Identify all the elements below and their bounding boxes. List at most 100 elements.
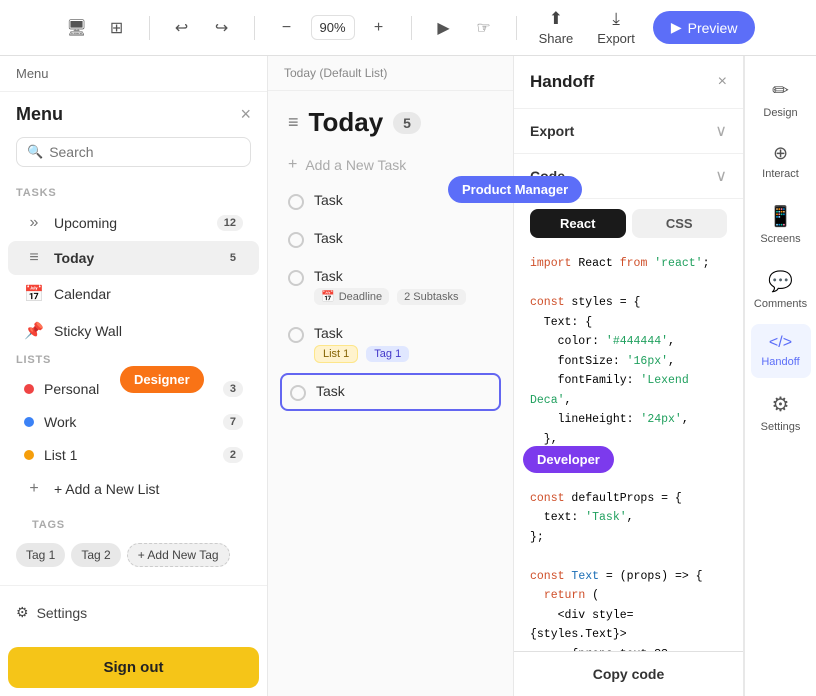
task-checkbox[interactable] <box>288 194 304 210</box>
redo-button[interactable]: ↪ <box>206 12 238 44</box>
share-icon: ⬆ <box>549 9 563 29</box>
task-label: Task <box>316 383 491 399</box>
code-chevron-icon: ∨ <box>715 166 727 186</box>
sidebar-item-today[interactable]: ≡ Today 5 <box>8 241 259 275</box>
device-toggle-group: 🖥 ⊞ <box>61 12 133 44</box>
menu-title: Menu <box>16 104 63 125</box>
code-line: const defaultProps = { <box>530 489 727 509</box>
comments-button[interactable]: 💬 Comments <box>751 259 811 320</box>
export-section[interactable]: Export ∨ <box>514 109 743 154</box>
today-icon: ≡ <box>24 249 44 267</box>
zoom-in-button[interactable]: + <box>363 12 395 44</box>
settings-rt-button[interactable]: ⚙ Settings <box>751 382 811 443</box>
sign-out-button[interactable]: Sign out <box>8 647 259 688</box>
settings-item[interactable]: ⚙ Settings <box>16 598 251 627</box>
tags-section-label: TAGS <box>16 519 251 537</box>
upcoming-label: Upcoming <box>54 215 207 231</box>
add-list-button[interactable]: + + Add a New List <box>8 472 259 506</box>
tag-chip-small: Tag 1 <box>366 346 409 362</box>
task-item[interactable]: Task List 1 Tag 1 <box>268 315 513 373</box>
sep1 <box>149 16 150 40</box>
design-button[interactable]: ✏ Design <box>751 68 811 129</box>
code-line: color: '#444444', <box>530 332 727 352</box>
record-button[interactable]: ☞ <box>468 12 500 44</box>
sep3 <box>411 16 412 40</box>
zoom-level: 90% <box>311 15 355 40</box>
comments-icon: 💬 <box>768 269 793 294</box>
sidebar-item-work[interactable]: Work 7 <box>8 406 259 438</box>
handoff-close-button[interactable]: × <box>718 73 727 91</box>
tag1-chip[interactable]: Tag 1 <box>16 543 65 567</box>
handoff-header: Handoff × <box>514 56 743 109</box>
copy-code-button[interactable]: Copy code <box>514 651 743 696</box>
far-right-toolbar: ✏ Design ⊕ Interact 📱 Screens 💬 Comments… <box>744 56 816 696</box>
task-checkbox[interactable] <box>290 385 306 401</box>
tags-row: Tag 1 Tag 2 + Add New Tag <box>16 543 251 567</box>
code-tabs: React CSS <box>514 199 743 244</box>
add-tag-button[interactable]: + Add New Tag <box>127 543 230 567</box>
tab-react[interactable]: React <box>530 209 626 238</box>
tab-css[interactable]: CSS <box>632 209 728 238</box>
export-chevron-icon: ∨ <box>715 121 727 141</box>
task-checkbox[interactable] <box>288 327 304 343</box>
settings-rt-label: Settings <box>761 421 801 433</box>
code-line <box>530 547 727 567</box>
sidebar-item-upcoming[interactable]: » Upcoming 12 <box>8 206 259 240</box>
today-title: Today <box>309 107 384 138</box>
interact-label: Interact <box>762 168 799 180</box>
sticky-wall-icon: 📌 <box>24 321 44 341</box>
upcoming-icon: » <box>24 214 44 232</box>
search-input[interactable] <box>49 144 240 160</box>
tasks-section: TASKS » Upcoming 12 ≡ Today 5 📅 Calendar… <box>0 187 267 350</box>
sidebar-item-sticky-wall[interactable]: 📌 Sticky Wall <box>8 313 259 349</box>
export-button[interactable]: ⤓ Export <box>591 5 641 50</box>
settings-area: ⚙ Settings <box>0 585 267 639</box>
list1-badge: 2 <box>223 447 243 463</box>
tag2-chip[interactable]: Tag 2 <box>71 543 120 567</box>
playback-group: ▶ ☞ <box>428 12 500 44</box>
code-line: <div style={styles.Text}> <box>530 606 727 645</box>
upcoming-badge: 12 <box>217 215 243 231</box>
task-item-active[interactable]: Task <box>280 373 501 411</box>
play-button[interactable]: ▶ <box>428 12 460 44</box>
code-line: import React from 'react'; <box>530 254 727 274</box>
today-badge: 5 <box>223 250 243 266</box>
share-button[interactable]: ⬆ Share <box>533 5 580 50</box>
calendar-label: Calendar <box>54 286 243 302</box>
handoff-icon: </> <box>769 334 792 352</box>
desktop-icon[interactable]: 🖥 <box>61 12 93 44</box>
task-meta: 📅 Deadline 2 Subtasks <box>314 288 493 305</box>
toolbar: 🖥 ⊞ ↩ ↪ − 90% + ▶ ☞ ⬆ Share ⤓ Export ▶ P… <box>0 0 816 56</box>
undo-button[interactable]: ↩ <box>166 12 198 44</box>
interact-button[interactable]: ⊕ Interact <box>751 133 811 190</box>
sidebar-item-list1[interactable]: List 1 2 <box>8 439 259 471</box>
middle-panel-header: Today (Default List) <box>268 56 513 91</box>
task-checkbox[interactable] <box>288 270 304 286</box>
preview-button[interactable]: ▶ Preview <box>653 11 756 44</box>
screens-icon: 📱 <box>768 204 793 229</box>
sidebar-item-calendar[interactable]: 📅 Calendar <box>8 276 259 312</box>
task-checkbox[interactable] <box>288 232 304 248</box>
add-task-label: Add a New Task <box>305 157 406 173</box>
calendar-small-icon: 📅 <box>321 290 335 303</box>
product-manager-label: Product Manager <box>448 176 582 203</box>
task-content: Task List 1 Tag 1 <box>314 325 493 363</box>
gear-icon: ⚙ <box>772 392 790 417</box>
menu-close-button[interactable]: × <box>240 104 251 125</box>
code-line: return ( <box>530 586 727 606</box>
sticky-wall-label: Sticky Wall <box>54 323 243 339</box>
code-line: lineHeight: '24px', <box>530 410 727 430</box>
zoom-out-button[interactable]: − <box>271 12 303 44</box>
code-line: Text: { <box>530 313 727 333</box>
task-item[interactable]: Task <box>268 220 513 258</box>
handoff-button[interactable]: </> Handoff <box>751 324 811 378</box>
comments-label: Comments <box>754 298 807 310</box>
screens-button[interactable]: 📱 Screens <box>751 194 811 255</box>
zoom-group: − 90% + <box>271 12 395 44</box>
code-line: text: 'Task', <box>530 508 727 528</box>
developer-label: Developer <box>523 446 614 473</box>
today-menu-icon[interactable]: ≡ <box>288 112 299 133</box>
code-line: const styles = { <box>530 293 727 313</box>
tablet-icon[interactable]: ⊞ <box>101 12 133 44</box>
task-item[interactable]: Task 📅 Deadline 2 Subtasks <box>268 258 513 315</box>
